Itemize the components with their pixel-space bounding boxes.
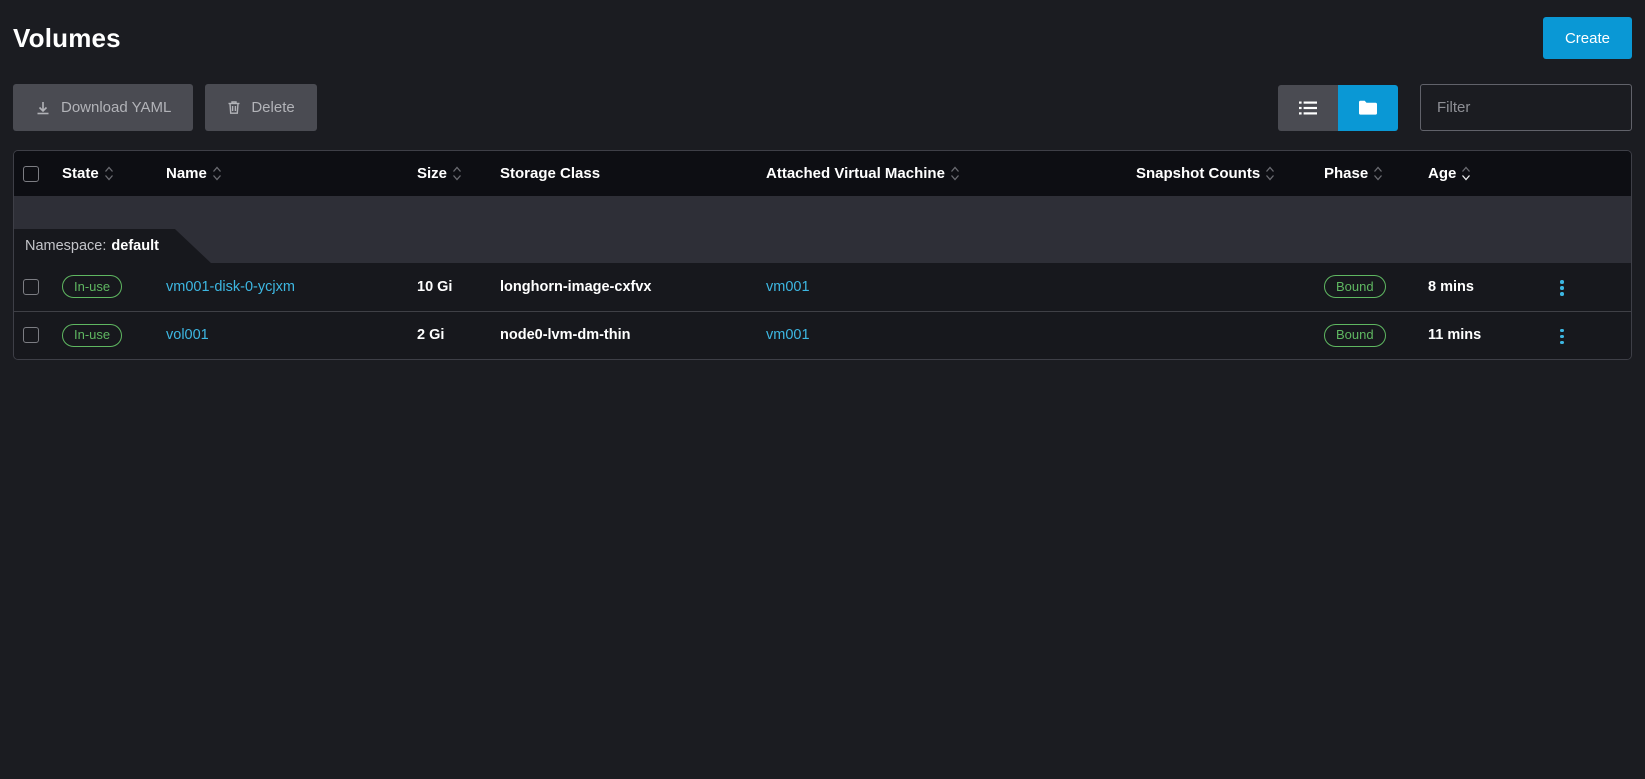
view-toggle bbox=[1278, 85, 1398, 131]
sort-carets-icon bbox=[104, 166, 114, 181]
delete-button-label: Delete bbox=[251, 99, 294, 116]
namespace-group-row: Namespace: default bbox=[14, 196, 1631, 263]
column-header-label: Name bbox=[166, 165, 207, 182]
group-by-namespace-view-button[interactable] bbox=[1338, 85, 1398, 131]
state-badge: In-use bbox=[62, 324, 122, 347]
filter-input[interactable] bbox=[1420, 84, 1632, 131]
column-header-label: Storage Class bbox=[500, 165, 600, 182]
trash-icon bbox=[227, 100, 241, 115]
column-header-attached-vm[interactable]: Attached Virtual Machine bbox=[754, 151, 1124, 196]
snapshot-counts-cell bbox=[1124, 263, 1312, 311]
table-row: In-use vm001-disk-0-ycjxm 10 Gi longhorn… bbox=[14, 263, 1631, 311]
namespace-group-tab: Namespace: default bbox=[14, 229, 211, 263]
title-row: Volumes Create bbox=[13, 0, 1632, 62]
download-icon bbox=[35, 100, 51, 116]
create-button[interactable]: Create bbox=[1543, 17, 1632, 59]
column-header-phase[interactable]: Phase bbox=[1312, 151, 1416, 196]
column-header-label: Snapshot Counts bbox=[1136, 165, 1260, 182]
attached-vm-link[interactable]: vm001 bbox=[766, 279, 810, 295]
sort-carets-icon bbox=[1461, 166, 1471, 181]
namespace-label: Namespace: bbox=[25, 238, 106, 254]
column-header-state[interactable]: State bbox=[50, 151, 154, 196]
table-header-row: State Name bbox=[14, 151, 1631, 196]
volumes-page: Volumes Create Download YAML bbox=[0, 0, 1645, 360]
bulk-actions: Download YAML Delete bbox=[13, 84, 317, 131]
column-header-storage-class[interactable]: Storage Class bbox=[488, 151, 754, 196]
size-cell: 10 Gi bbox=[405, 263, 488, 311]
phase-badge: Bound bbox=[1324, 324, 1386, 347]
row-actions-kebab-menu-icon[interactable] bbox=[1552, 323, 1572, 351]
create-button-label: Create bbox=[1565, 30, 1610, 47]
size-cell: 2 Gi bbox=[405, 311, 488, 359]
volume-name-link[interactable]: vol001 bbox=[166, 327, 209, 343]
row-checkbox[interactable] bbox=[23, 279, 39, 295]
row-checkbox[interactable] bbox=[23, 327, 39, 343]
page-title: Volumes bbox=[13, 23, 121, 54]
namespace-group-band: Namespace: default bbox=[14, 196, 1631, 263]
volumes-table: State Name bbox=[13, 150, 1632, 360]
folder-group-view-icon bbox=[1359, 100, 1377, 115]
volume-name-link[interactable]: vm001-disk-0-ycjxm bbox=[166, 279, 295, 295]
column-header-age[interactable]: Age bbox=[1416, 151, 1540, 196]
column-header-label: Age bbox=[1428, 165, 1456, 182]
attached-vm-link[interactable]: vm001 bbox=[766, 327, 810, 343]
header-checkbox-cell bbox=[14, 151, 50, 196]
age-cell: 11 mins bbox=[1416, 311, 1540, 359]
column-header-label: Phase bbox=[1324, 165, 1368, 182]
row-actions-kebab-menu-icon[interactable] bbox=[1552, 274, 1572, 302]
delete-button[interactable]: Delete bbox=[205, 84, 316, 131]
sort-carets-icon bbox=[1265, 166, 1275, 181]
select-all-checkbox[interactable] bbox=[23, 166, 39, 182]
actions-row: Download YAML Delete bbox=[13, 84, 1632, 131]
column-header-label: Attached Virtual Machine bbox=[766, 165, 945, 182]
column-header-label: Size bbox=[417, 165, 447, 182]
namespace-value: default bbox=[111, 238, 159, 254]
download-yaml-label: Download YAML bbox=[61, 99, 171, 116]
column-header-size[interactable]: Size bbox=[405, 151, 488, 196]
storage-class-cell: longhorn-image-cxfvx bbox=[488, 263, 754, 311]
sort-carets-icon bbox=[950, 166, 960, 181]
phase-badge: Bound bbox=[1324, 275, 1386, 298]
sort-carets-icon bbox=[212, 166, 222, 181]
sort-carets-icon bbox=[452, 166, 462, 181]
column-header-snapshot-counts[interactable]: Snapshot Counts bbox=[1124, 151, 1312, 196]
table-row: In-use vol001 2 Gi node0-lvm-dm-thin vm0… bbox=[14, 311, 1631, 359]
column-header-actions bbox=[1540, 151, 1631, 196]
column-header-label: State bbox=[62, 165, 99, 182]
age-cell: 8 mins bbox=[1416, 263, 1540, 311]
view-and-filter bbox=[1278, 84, 1632, 131]
column-header-name[interactable]: Name bbox=[154, 151, 405, 196]
list-view-icon bbox=[1299, 101, 1317, 115]
snapshot-counts-cell bbox=[1124, 311, 1312, 359]
list-view-button[interactable] bbox=[1278, 85, 1338, 131]
download-yaml-button[interactable]: Download YAML bbox=[13, 84, 193, 131]
storage-class-cell: node0-lvm-dm-thin bbox=[488, 311, 754, 359]
sort-carets-icon bbox=[1373, 166, 1383, 181]
state-badge: In-use bbox=[62, 275, 122, 298]
